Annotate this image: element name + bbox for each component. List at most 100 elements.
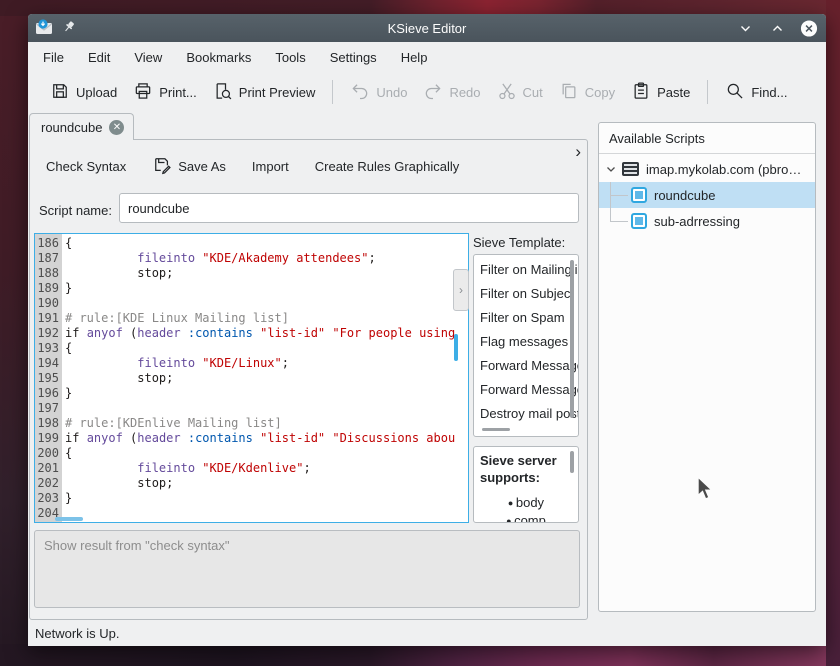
editor-horizontal-scrollbar[interactable]	[55, 517, 83, 521]
line-number: 193	[35, 341, 59, 356]
tree-children: roundcube sub-adrressing	[599, 182, 815, 234]
titlebar[interactable]: KSieve Editor	[28, 14, 826, 42]
import-button[interactable]: Import	[246, 155, 295, 178]
save-as-button[interactable]: Save As	[146, 151, 232, 182]
toolbar-button-label: Cut	[523, 85, 543, 100]
close-button[interactable]	[800, 19, 818, 37]
toolbar-separator	[332, 80, 333, 104]
menu-bar: File Edit View Bookmarks Tools Settings Help	[28, 42, 826, 72]
status-bar: Network is Up.	[28, 620, 826, 646]
toolbar-overflow-chevron[interactable]: ›	[575, 142, 581, 162]
code-line	[65, 506, 468, 521]
upload-button[interactable]: Upload	[42, 77, 125, 108]
script-name-label: sub-adrressing	[654, 214, 740, 229]
line-number: 202	[35, 476, 59, 491]
template-item[interactable]: Filter on Mailinglist	[474, 258, 578, 282]
script-name-input[interactable]	[119, 193, 579, 223]
button-label: Import	[252, 159, 289, 174]
print-button[interactable]: Print...	[125, 77, 205, 108]
template-item[interactable]: Filter on Spam	[474, 306, 578, 330]
chevron-down-icon[interactable]	[605, 163, 617, 175]
server-box-scrollbar[interactable]	[570, 451, 574, 473]
sieve-template-label: Sieve Template:	[473, 235, 565, 250]
menu-view[interactable]: View	[134, 50, 162, 65]
status-text: Network is Up.	[35, 626, 120, 641]
sieve-code-editor[interactable]: 1861871881891901911921931941951961971981…	[34, 233, 469, 523]
sieve-template-list[interactable]: Filter on MailinglistFilter on SubjectFi…	[473, 254, 579, 437]
menu-file[interactable]: File	[43, 50, 64, 65]
tree-item-sub-adrressing[interactable]: sub-adrressing	[599, 208, 815, 234]
tab-roundcube[interactable]: roundcube ✕	[29, 113, 134, 140]
template-item[interactable]: Flag messages	[474, 330, 578, 354]
toolbar-button-label: Upload	[76, 85, 117, 100]
find-button[interactable]: Find...	[717, 77, 795, 108]
script-editor-frame: Check Syntax Save As Import Create Rules Gr…	[29, 139, 588, 620]
tab-bar: roundcube ✕	[28, 112, 134, 140]
redo-button: Redo	[415, 77, 488, 108]
pin-icon[interactable]	[63, 20, 76, 36]
maximize-button[interactable]	[768, 19, 786, 37]
template-horizontal-scrollbar[interactable]	[482, 428, 510, 431]
toolbar-separator	[707, 80, 708, 104]
code-area[interactable]: { fileinto "KDE/Akademy attendees"; stop…	[62, 234, 468, 522]
line-number: 205	[35, 521, 59, 523]
redo-icon	[423, 81, 443, 104]
menu-bookmarks[interactable]: Bookmarks	[186, 50, 251, 65]
tab-close-icon[interactable]: ✕	[109, 120, 124, 135]
menu-help[interactable]: Help	[401, 50, 428, 65]
code-line: }	[65, 386, 468, 401]
line-number-gutter: 1861871881891901911921931941951961971981…	[35, 234, 62, 522]
copy-button: Copy	[551, 77, 623, 108]
capability-item: body	[480, 494, 572, 512]
tree-item-server[interactable]: imap.mykolab.com (pbro…	[599, 156, 815, 182]
code-line: stop;	[65, 371, 468, 386]
paste-icon	[631, 81, 651, 104]
ksieve-editor-window: KSieve Editor File Edit View Bookmarks Tools…	[28, 14, 826, 646]
print-preview-button[interactable]: Print Preview	[205, 77, 324, 108]
tree-server-label: imap.mykolab.com (pbro…	[646, 162, 801, 177]
editor-vertical-scrollbar[interactable]	[454, 334, 458, 361]
server-supports-title: Sieve server supports:	[480, 452, 572, 486]
line-number: 203	[35, 491, 59, 506]
undo-icon	[350, 81, 370, 104]
menu-settings[interactable]: Settings	[330, 50, 377, 65]
toolbar-button-label: Copy	[585, 85, 615, 100]
main-toolbar: UploadPrint...Print PreviewUndoRedoCutCo…	[28, 72, 826, 112]
script-name-label: Script name:	[39, 203, 112, 218]
template-item[interactable]: Forward Message	[474, 378, 578, 402]
line-number: 197	[35, 401, 59, 416]
template-item[interactable]: Filter on Subject	[474, 282, 578, 306]
script-checkbox-icon[interactable]	[631, 187, 647, 203]
toolbar-button-label: Find...	[751, 85, 787, 100]
minimize-button[interactable]	[736, 19, 754, 37]
server-icon	[622, 162, 639, 176]
code-line: {	[65, 446, 468, 461]
tree-connector-lines	[610, 182, 632, 208]
code-line: }	[65, 281, 468, 296]
server-supports-list: bodycomp	[480, 494, 572, 523]
app-icon	[35, 19, 54, 38]
line-number: 200	[35, 446, 59, 461]
menu-edit[interactable]: Edit	[88, 50, 110, 65]
paste-button[interactable]: Paste	[623, 77, 698, 108]
toolbar-button-label: Print Preview	[239, 85, 316, 100]
save-icon	[50, 81, 70, 104]
printer-icon	[133, 81, 153, 104]
code-line: stop;	[65, 476, 468, 491]
template-item[interactable]: Forward Message	[474, 354, 578, 378]
code-line: stop;	[65, 266, 468, 281]
code-line: # rule:[KDE Linux Mailing list]	[65, 311, 468, 326]
toolbar-button-label: Redo	[449, 85, 480, 100]
script-checkbox-icon[interactable]	[631, 213, 647, 229]
menu-tools[interactable]: Tools	[275, 50, 305, 65]
button-label: Create Rules Graphically	[315, 159, 460, 174]
tree-item-roundcube[interactable]: roundcube	[599, 182, 815, 208]
check-syntax-button[interactable]: Check Syntax	[40, 155, 132, 178]
template-item[interactable]: Destroy mail posted	[474, 402, 578, 426]
button-label: Save As	[178, 159, 226, 174]
template-vertical-scrollbar[interactable]	[570, 260, 574, 418]
collapse-panel-handle[interactable]: ›	[453, 269, 469, 311]
tree-connector-lines	[610, 208, 632, 234]
create-rules-graphically-button[interactable]: Create Rules Graphically	[309, 155, 466, 178]
code-line	[65, 296, 468, 311]
